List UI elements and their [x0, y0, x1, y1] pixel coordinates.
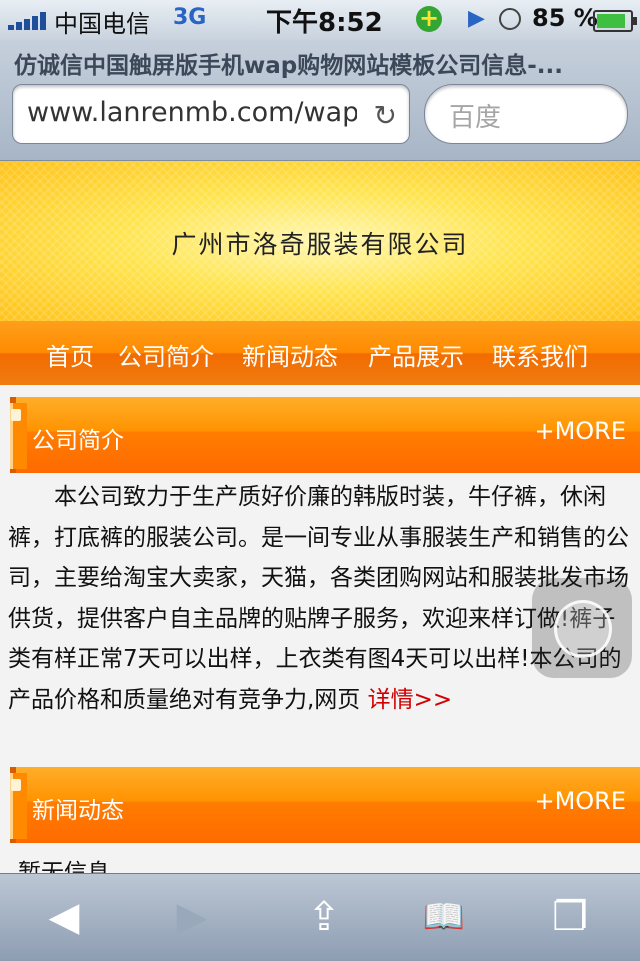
search-placeholder: 百度: [449, 103, 502, 133]
main-nav: 首页 公司简介 新闻动态 产品展示 联系我们: [0, 321, 640, 385]
search-input[interactable]: 百度: [424, 84, 628, 144]
browser-toolbar: ◀ ▶ ⇪ 📖 ❐: [0, 873, 640, 961]
clock-time: 下午8:52: [266, 8, 383, 38]
company-name: 广州市洛奇服装有限公司: [171, 230, 469, 259]
bookmarks-icon[interactable]: 📖: [414, 892, 474, 942]
share-icon[interactable]: ⇪: [294, 892, 354, 942]
tabs-icon[interactable]: ❐: [540, 892, 600, 942]
security-app-icon: +: [416, 6, 442, 32]
url-text[interactable]: www.lanrenmb.com/wap: [27, 97, 357, 128]
more-link[interactable]: +MORE: [534, 787, 626, 815]
site-banner: 广州市洛奇服装有限公司: [0, 161, 640, 321]
signal-icon: [8, 12, 46, 30]
forward-icon[interactable]: ▶: [162, 892, 222, 942]
status-bar: 中国电信 3G 下午8:52 + ▶ 85 %: [0, 0, 640, 40]
address-bar[interactable]: www.lanrenmb.com/wap ↻: [12, 84, 410, 144]
nav-item-home[interactable]: 首页: [46, 337, 94, 372]
back-icon[interactable]: ◀: [34, 892, 94, 942]
section-header-news: 新闻动态 +MORE: [10, 767, 640, 843]
assistive-touch-button[interactable]: [532, 578, 632, 678]
detail-link[interactable]: 详情>>: [368, 687, 453, 713]
section-title: 公司简介: [32, 428, 124, 454]
battery-percent: 85 %: [532, 4, 598, 32]
play-icon: ▶: [468, 6, 485, 31]
news-list-item[interactable]: 暂无信息: [18, 853, 110, 875]
pin-icon: [10, 403, 27, 469]
nav-item-contact[interactable]: 联系我们: [492, 337, 588, 372]
pin-icon: [10, 773, 27, 839]
carrier-label: 中国电信: [54, 10, 150, 38]
reload-icon[interactable]: ↻: [374, 99, 397, 132]
nav-item-about[interactable]: 公司简介: [118, 337, 214, 372]
more-link[interactable]: +MORE: [534, 417, 626, 445]
nav-item-products[interactable]: 产品展示: [368, 337, 464, 372]
battery-icon: [593, 10, 637, 32]
network-label: 3G: [173, 5, 207, 30]
nav-item-news[interactable]: 新闻动态: [242, 337, 338, 372]
browser-header: 仿诚信中国触屏版手机wap购物网站模板公司信息-... www.lanrenmb…: [0, 40, 640, 161]
section-title: 新闻动态: [32, 798, 124, 824]
section-header-about: 公司简介 +MORE: [10, 397, 640, 473]
alarm-icon: [499, 8, 521, 30]
page-title: 仿诚信中国触屏版手机wap购物网站模板公司信息-...: [14, 53, 563, 79]
